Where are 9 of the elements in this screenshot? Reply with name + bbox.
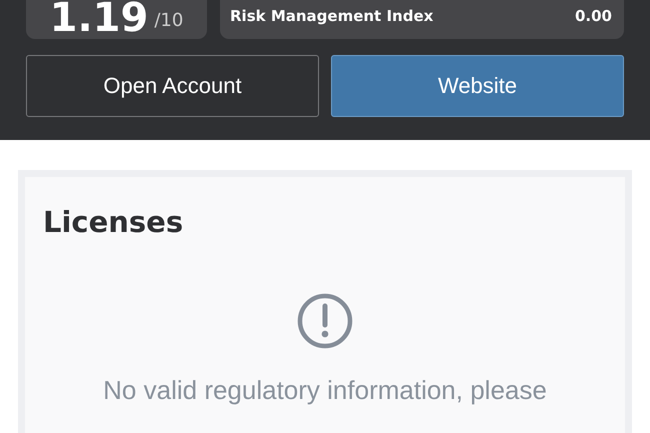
score-scale: /10 [154, 11, 184, 33]
index-value: 0.00 [574, 6, 612, 24]
exclamation-icon [297, 293, 353, 349]
section-title: Licenses [43, 205, 184, 239]
empty-message: No valid regulatory information, please [103, 375, 547, 406]
score-value: 1.19 [50, 1, 148, 35]
website-button[interactable]: Website [331, 55, 624, 117]
open-account-button[interactable]: Open Account [26, 55, 319, 117]
index-label: Risk Management Index [230, 6, 434, 24]
